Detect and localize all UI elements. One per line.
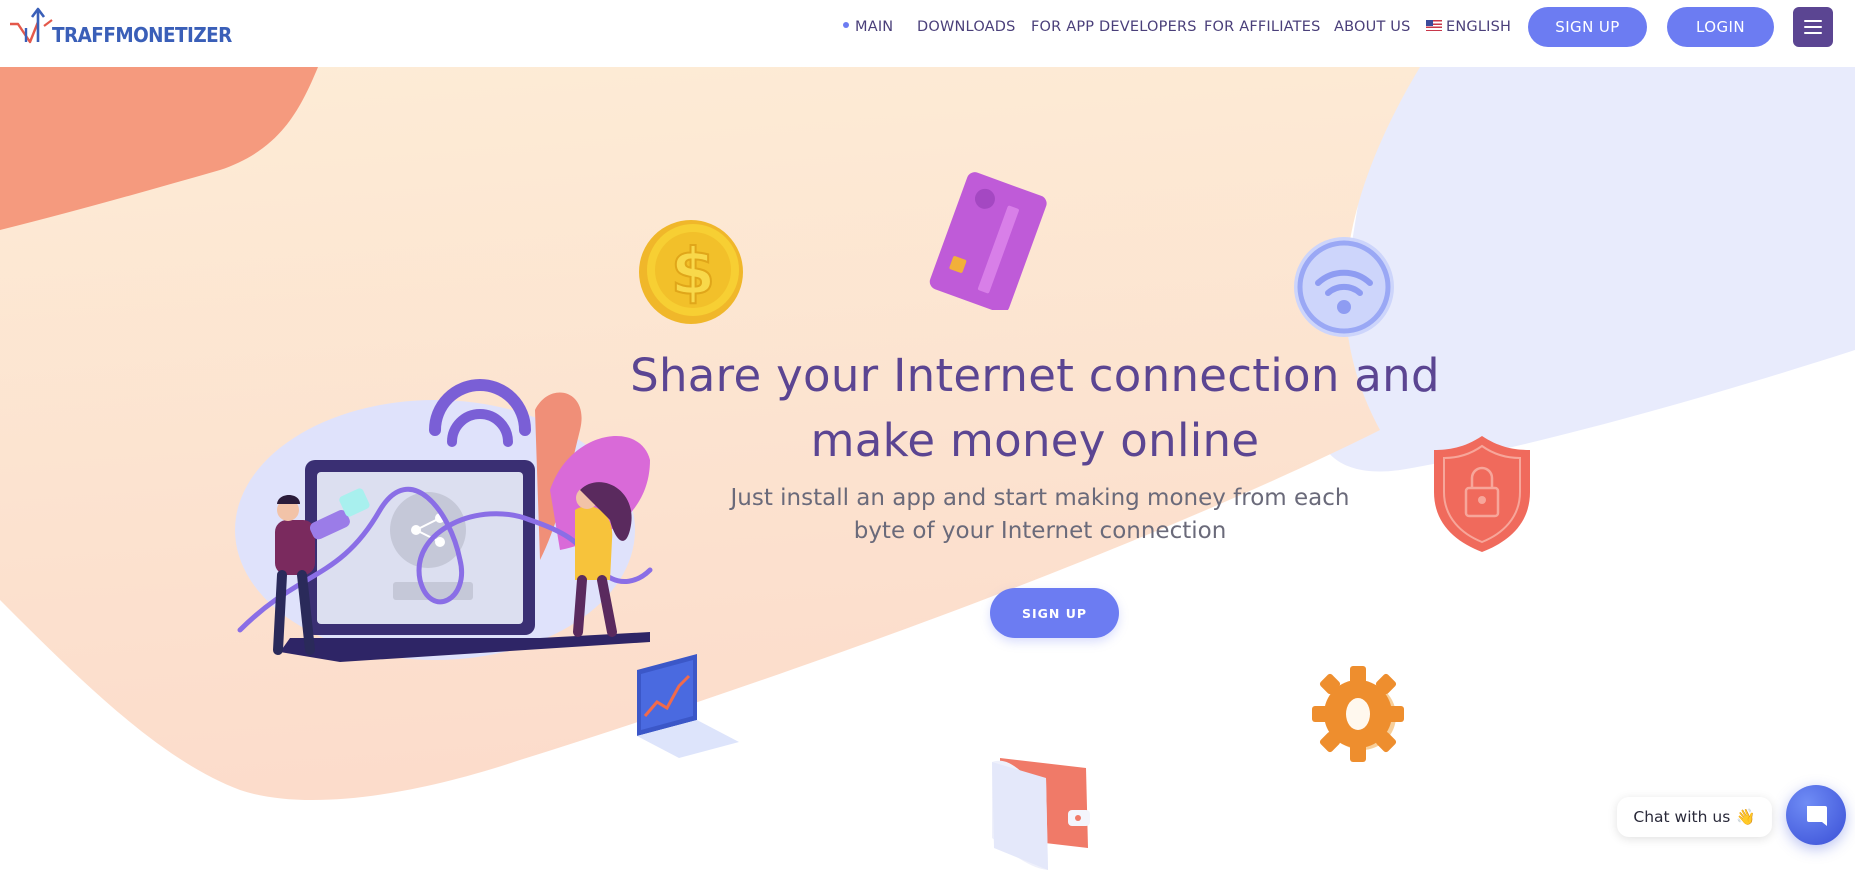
chat-launcher-button[interactable]	[1786, 785, 1846, 845]
hero-title-line-2: make money online	[810, 414, 1260, 467]
chat-prompt-bubble[interactable]: Chat with us 👋	[1617, 797, 1772, 837]
brand-name: TRAFFMONETIZER	[52, 23, 232, 47]
active-dot-icon	[843, 22, 849, 28]
brand-logo[interactable]: TRAFFMONETIZER	[8, 5, 247, 51]
chat-icon	[1807, 806, 1827, 826]
site-header: TRAFFMONETIZER MAIN DOWNLOADS FOR APP DE…	[0, 0, 1855, 67]
credit-card-icon	[929, 172, 1047, 310]
dollar-coin-icon: $	[639, 220, 743, 324]
wifi-circle-icon	[1294, 237, 1394, 337]
hero-title: Share your Internet connection and make …	[560, 343, 1510, 473]
hero-subtitle-line-1: Just install an app and start making mon…	[730, 485, 1350, 511]
wave-emoji-icon: 👋	[1736, 808, 1756, 826]
hero-signup-button[interactable]: SIGN UP	[990, 588, 1119, 638]
header-signup-button[interactable]: SIGN UP	[1528, 7, 1647, 47]
nav-item-downloads[interactable]: DOWNLOADS	[917, 19, 1016, 35]
chat-prompt-label: Chat with us	[1633, 808, 1731, 826]
nav-item-main[interactable]: MAIN	[843, 19, 893, 35]
nav-item-affiliates[interactable]: FOR AFFILIATES	[1204, 19, 1321, 35]
nav-item-app-developers[interactable]: FOR APP DEVELOPERS	[1031, 19, 1197, 35]
gear-icon	[1312, 666, 1404, 762]
nav-item-main-label: MAIN	[855, 19, 894, 35]
us-flag-icon	[1426, 20, 1442, 31]
language-selector[interactable]: ENGLISH	[1426, 19, 1511, 35]
svg-text:$: $	[671, 236, 716, 310]
nav-item-about-us[interactable]: ABOUT US	[1334, 19, 1411, 35]
hero-subtitle: Just install an app and start making mon…	[700, 482, 1380, 548]
hero-title-line-1: Share your Internet connection and	[630, 349, 1440, 402]
logo-mark-icon	[10, 7, 53, 44]
wallet-icon	[992, 758, 1090, 870]
chart-laptop-icon	[637, 654, 739, 758]
language-label: ENGLISH	[1446, 19, 1512, 35]
hero-subtitle-line-2: byte of your Internet connection	[853, 518, 1227, 544]
header-login-button[interactable]: LOGIN	[1667, 7, 1774, 47]
menu-bar	[1804, 20, 1822, 22]
menu-bar	[1804, 32, 1822, 34]
menu-bar	[1804, 26, 1822, 28]
hamburger-icon[interactable]	[1793, 7, 1833, 47]
